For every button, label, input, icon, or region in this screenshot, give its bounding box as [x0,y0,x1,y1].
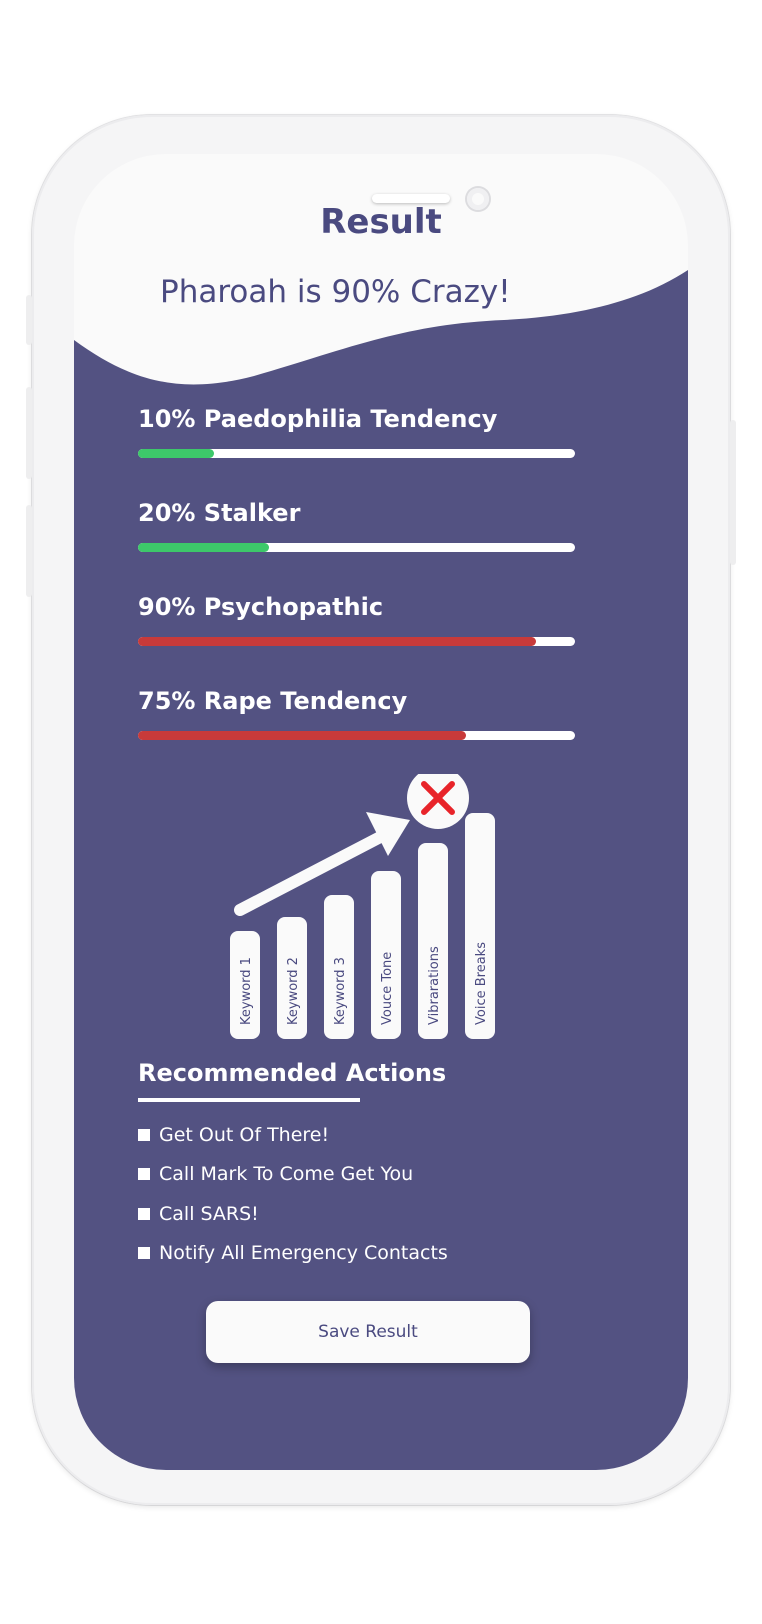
illustration-bar-label: Vouce Tone [380,952,395,1025]
action-item: Call Mark To Come Get You [138,1159,413,1189]
action-item-text: Get Out Of There! [159,1124,330,1146]
metric-progress-track [138,449,575,458]
trend-illustration: Keyword 1 Keyword 2 Keyword 3 Vouce Tone Vib… [230,774,495,1039]
action-item: Call SARS! [138,1199,259,1229]
recommended-actions-underline [138,1098,360,1102]
illustration-bar-label: Voice Breaks [474,942,489,1025]
action-item-text: Call SARS! [159,1203,259,1225]
metric-progress-fill [138,543,270,552]
metric-label: 10% Paedophilia Tendency [138,405,498,433]
side-button-left-3 [26,505,32,597]
recommended-actions-title: Recommended Actions [138,1059,447,1087]
metric-item: 10% Paedophilia Tendency [138,402,575,458]
save-result-button[interactable]: Save Result [206,1301,530,1363]
bullet-square-icon [138,1208,150,1220]
result-headline: Pharoah is 90% Crazy! [160,274,511,310]
illustration-bar-label: Keyword 2 [286,957,301,1025]
side-button-left-1 [26,295,32,345]
phone-screen: Result Pharoah is 90% Crazy! 10% Paedoph… [74,154,688,1470]
action-item-text: Call Mark To Come Get You [159,1163,414,1185]
metric-progress-track [138,731,575,740]
bullet-square-icon [138,1168,150,1180]
illustration-bar-label: Keyword 3 [333,957,348,1025]
metric-progress-fill [138,731,466,740]
metric-progress-fill [138,449,215,458]
bullet-square-icon [138,1129,150,1141]
action-item: Get Out Of There! [138,1120,329,1150]
page-title: Result [320,202,442,242]
metric-item: 20% Stalker [138,496,575,552]
metric-item: 75% Rape Tendency [138,684,575,740]
action-item: Notify All Emergency Contacts [138,1238,448,1268]
action-item-text: Notify All Emergency Contacts [159,1242,448,1264]
metric-label: 20% Stalker [138,499,301,527]
metric-item: 90% Psychopathic [138,590,575,646]
illustration-bar-label: Vibrarations [427,946,442,1025]
metric-label: 90% Psychopathic [138,593,384,621]
side-button-left-2 [26,387,32,479]
metric-progress-track [138,543,575,552]
bullet-square-icon [138,1247,150,1259]
phone-frame: Result Pharoah is 90% Crazy! 10% Paedoph… [26,115,736,1505]
illustration-bar-label: Keyword 1 [239,957,254,1025]
metric-label: 75% Rape Tendency [138,687,408,715]
side-button-right [730,420,736,565]
metric-progress-track [138,637,575,646]
metric-progress-fill [138,637,536,646]
close-x-icon [407,774,469,829]
